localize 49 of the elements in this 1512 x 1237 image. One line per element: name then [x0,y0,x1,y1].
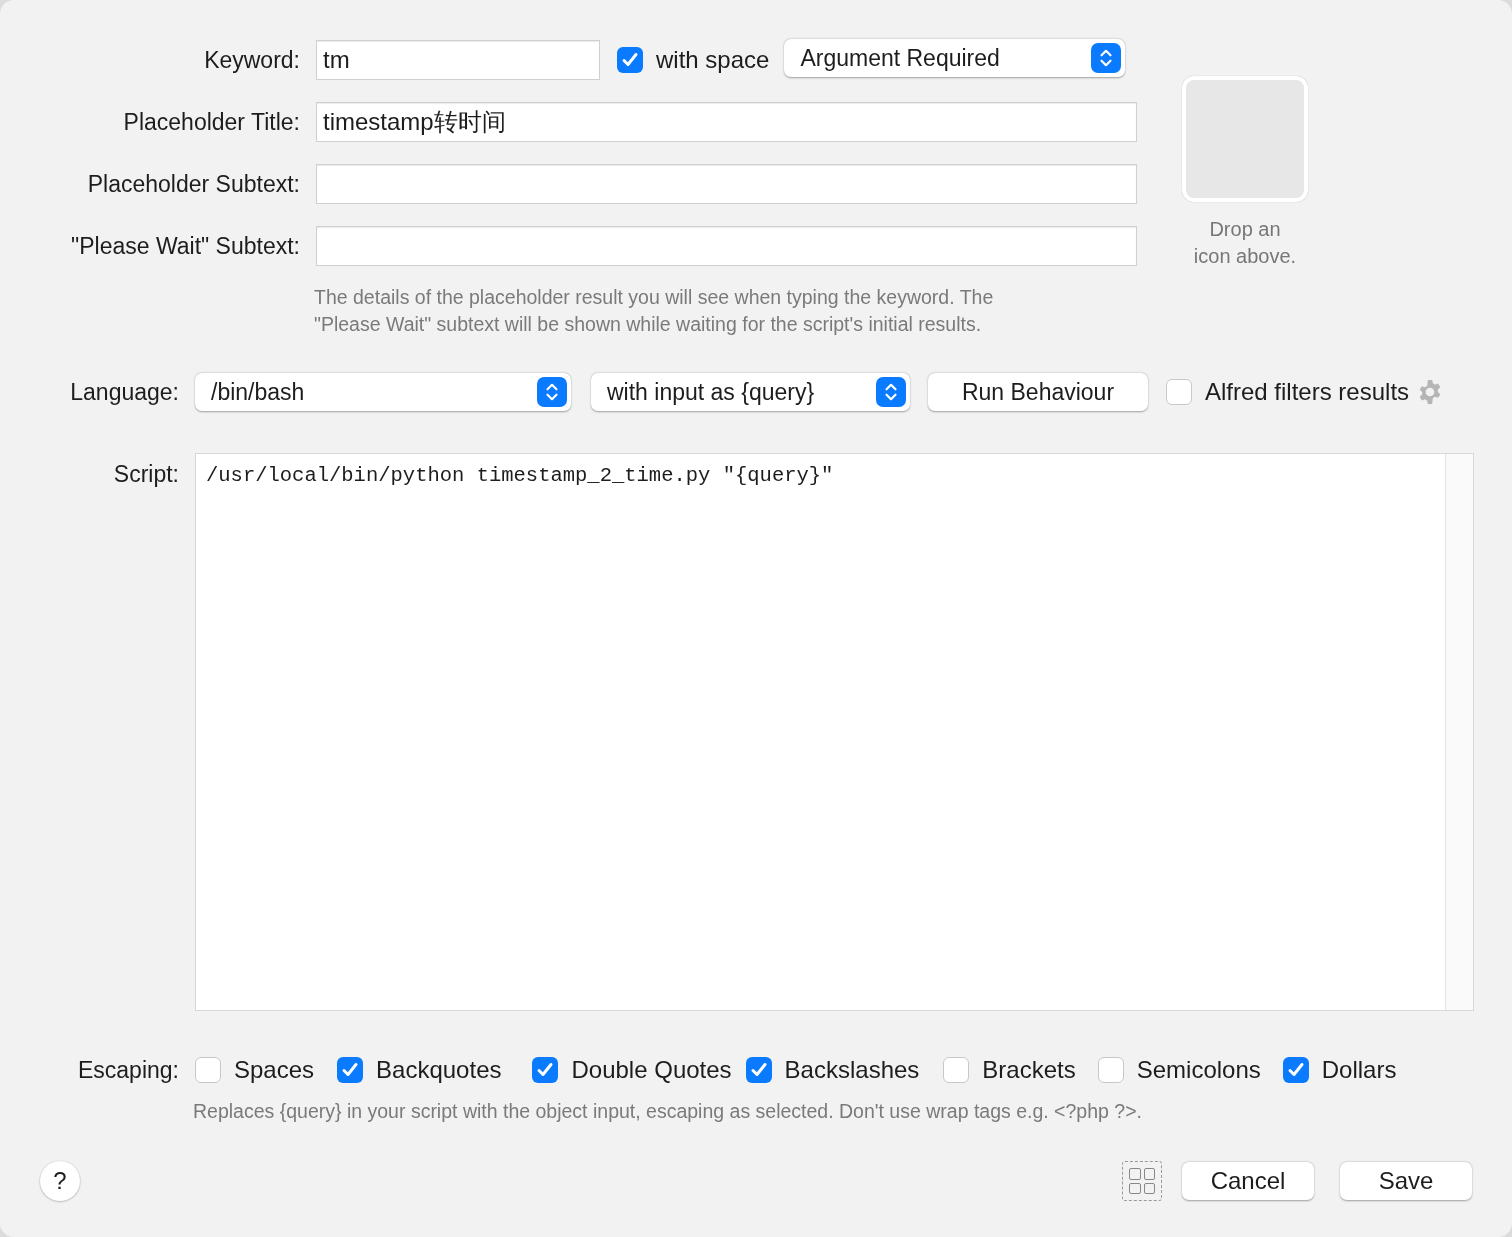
field-label: "Please Wait" Subtext: [70,231,301,261]
checkbox-label: Double Quotes [571,1055,732,1085]
stepper-icon [537,377,567,407]
text-field[interactable] [316,226,1137,266]
field-label: Keyword: [203,45,301,75]
checkbox-label: Semicolons [1136,1055,1261,1085]
text-field[interactable] [316,164,1137,204]
field-label: Language: [69,377,180,407]
stepper-icon [1091,43,1122,73]
help-button[interactable]: ? [40,1161,80,1202]
argument-popup[interactable]: Argument Required [784,39,1126,77]
grid-icon[interactable] [1122,1161,1162,1202]
checkbox[interactable] [1282,1057,1309,1083]
code-text: /usr/local/bin/python timestamp_2_time.py "{query}" [205,463,835,489]
popup-value: /bin/bash [211,377,305,407]
checkbox[interactable] [943,1057,970,1083]
checkbox-label: Dollars [1321,1055,1397,1085]
field-label: Placeholder Subtext: [86,169,301,199]
popup-value: with input as {query} [607,377,815,407]
input-mode-popup[interactable]: with input as {query} [591,373,910,411]
checkbox-label: Backslashes [784,1055,920,1085]
checkbox-label: with space [656,45,770,75]
run-behaviour-button[interactable]: Run Behaviour [928,373,1148,411]
text-field[interactable]: timestamp转时间 [316,102,1137,142]
checkbox[interactable] [1097,1057,1124,1083]
checkbox[interactable] [1166,379,1192,405]
checkbox[interactable] [195,1057,221,1083]
checkbox-label: Brackets [982,1055,1076,1085]
checkbox[interactable] [745,1057,772,1083]
help-text: The details of the placeholder result you will see when typing the keyword. The "Please Wait" subtext will be shown while waiting for the script's initial results. [314,285,995,337]
checkbox[interactable] [337,1057,364,1083]
checkbox-label: Alfred filters results [1205,377,1410,407]
script-editor[interactable]: /usr/local/bin/python timestamp_2_time.py "{query}" [195,453,1474,1011]
field-label: Escaping: [77,1055,180,1085]
checkbox-label: Spaces [234,1055,315,1085]
keyword-field[interactable]: tm [316,40,600,80]
icon-drop-well[interactable] [1182,76,1308,202]
checkbox-label: Backquotes [376,1055,502,1085]
field-label: Script: [112,460,180,489]
save-button[interactable]: Save [1340,1162,1472,1201]
stepper-icon [876,377,906,407]
checkbox[interactable] [532,1057,559,1083]
language-popup[interactable]: /bin/bash [195,373,571,411]
cancel-button[interactable]: Cancel [1182,1162,1314,1201]
checkbox[interactable] [617,47,643,73]
help-text: Replaces {query} in your script with the object input, escaping as selected. Don't use wrap tags e.g. <?php ?>. [193,1099,1143,1124]
icon-caption: Drop an icon above. [1193,217,1297,269]
popup-value: Argument Required [800,43,1000,73]
field-label: Placeholder Title: [122,107,301,137]
